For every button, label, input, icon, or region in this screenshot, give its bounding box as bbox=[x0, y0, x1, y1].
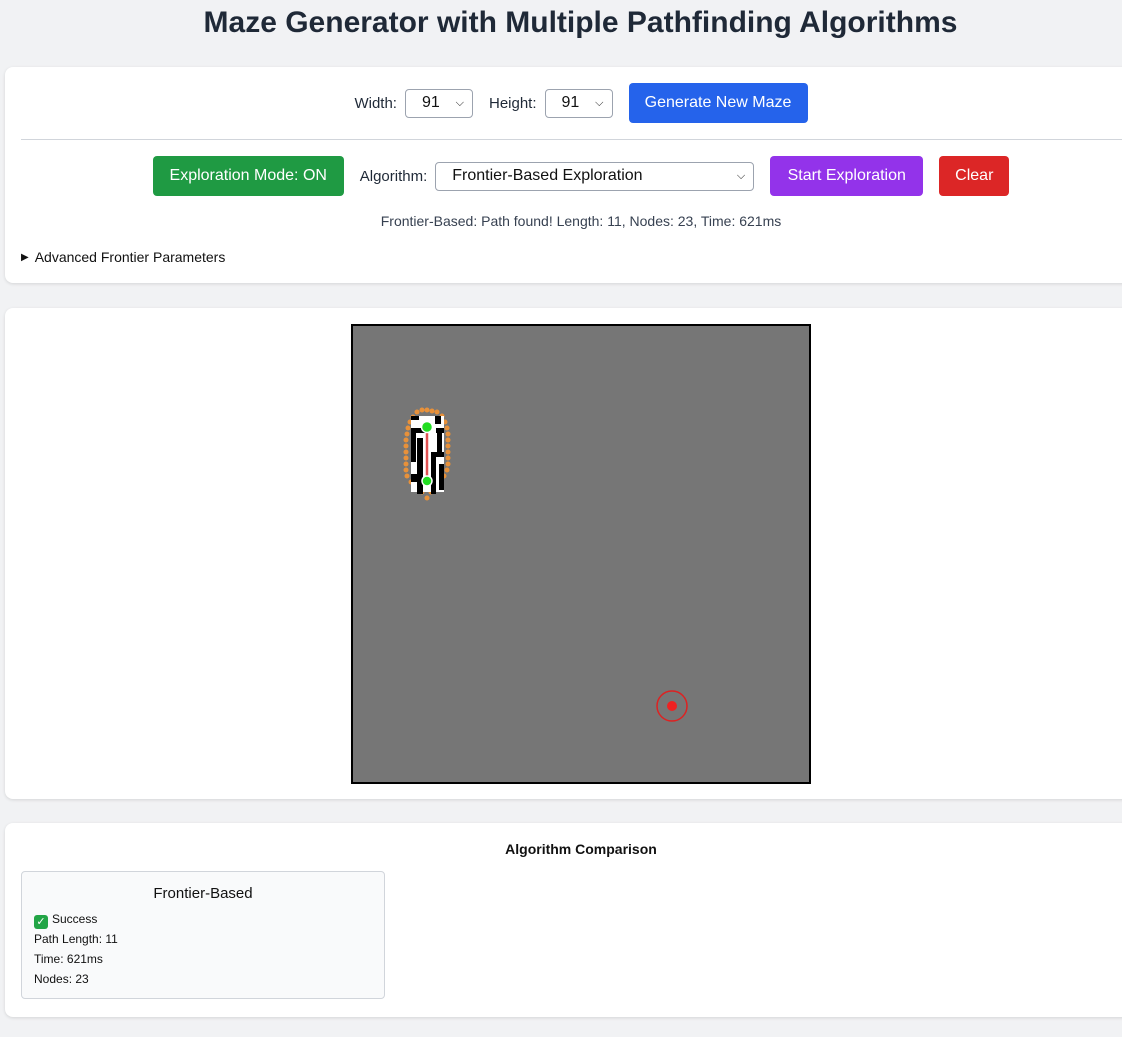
frontier-cell bbox=[429, 408, 435, 414]
width-label: Width: bbox=[354, 94, 397, 112]
frontier-cell bbox=[403, 461, 409, 467]
algorithm-label: Algorithm: bbox=[359, 167, 428, 185]
maze-wall bbox=[417, 438, 423, 494]
frontier-cell bbox=[403, 443, 409, 449]
result-status: ✓ Success bbox=[34, 912, 97, 929]
current-position-marker bbox=[421, 475, 433, 487]
frontier-cell bbox=[445, 461, 451, 467]
maze-wall bbox=[411, 416, 419, 420]
frontier-cell bbox=[405, 425, 411, 431]
frontier-cell bbox=[404, 431, 410, 437]
size-controls-row: Width: 91 ⌵ Height: 91 ⌵ Generate New Ma… bbox=[5, 83, 1122, 123]
maze-wall bbox=[411, 474, 417, 482]
page-title: Maze Generator with Multiple Pathfinding… bbox=[203, 6, 958, 39]
start-marker bbox=[420, 420, 434, 434]
result-time: Time: 621ms bbox=[34, 952, 103, 966]
frontier-cell bbox=[404, 473, 410, 479]
check-mark-icon: ✓ bbox=[34, 915, 48, 929]
frontier-cell bbox=[403, 467, 409, 473]
frontier-cell bbox=[403, 449, 409, 455]
frontier-cell bbox=[434, 409, 440, 415]
maze-wall bbox=[411, 428, 416, 462]
frontier-cell bbox=[445, 449, 451, 455]
controls-panel: Width: 91 ⌵ Height: 91 ⌵ Generate New Ma… bbox=[5, 67, 1122, 283]
frontier-cell bbox=[444, 467, 450, 473]
start-exploration-button[interactable]: Start Exploration bbox=[770, 156, 924, 196]
result-path-length: Path Length: 11 bbox=[34, 932, 118, 946]
chevron-down-icon: ⌵ bbox=[455, 96, 464, 109]
advanced-parameters-toggle[interactable]: ▶ Advanced Frontier Parameters bbox=[21, 249, 225, 265]
height-select[interactable]: 91 ⌵ bbox=[544, 88, 613, 118]
algorithm-select-value: Frontier-Based Exploration bbox=[452, 167, 643, 184]
height-label: Height: bbox=[488, 94, 537, 112]
result-nodes: Nodes: 23 bbox=[34, 972, 89, 986]
comparison-title: Algorithm Comparison bbox=[505, 841, 657, 857]
frontier-cell bbox=[414, 409, 420, 415]
maze-wall bbox=[431, 452, 436, 494]
frontier-cell bbox=[445, 455, 451, 461]
clear-button[interactable]: Clear bbox=[939, 156, 1010, 196]
frontier-cell bbox=[445, 437, 451, 443]
status-message: Frontier-Based: Path found! Length: 11, … bbox=[380, 213, 782, 229]
maze-wall bbox=[439, 464, 444, 490]
generate-maze-button[interactable]: Generate New Maze bbox=[628, 83, 808, 123]
width-select-value: 91 bbox=[421, 94, 440, 111]
frontier-cell bbox=[424, 495, 430, 501]
chevron-down-icon: ⌵ bbox=[595, 96, 604, 109]
maze-wall bbox=[435, 416, 441, 424]
result-card-title: Frontier-Based bbox=[153, 885, 253, 902]
width-select[interactable]: 91 ⌵ bbox=[404, 88, 473, 118]
exploration-controls-row: Exploration Mode: ON Algorithm: Frontier… bbox=[5, 156, 1122, 196]
height-select-value: 91 bbox=[561, 94, 580, 111]
divider bbox=[21, 139, 1122, 140]
frontier-cell bbox=[424, 407, 430, 413]
maze-canvas[interactable] bbox=[351, 324, 811, 784]
frontier-cell bbox=[419, 407, 425, 413]
frontier-cell bbox=[403, 437, 409, 443]
result-status-text: Success bbox=[52, 912, 98, 926]
goal-marker bbox=[667, 701, 677, 711]
frontier-cell bbox=[444, 425, 450, 431]
unexplored-area bbox=[351, 324, 811, 784]
algorithm-select[interactable]: Frontier-Based Exploration ⌵ bbox=[435, 161, 755, 191]
frontier-cell bbox=[445, 431, 451, 437]
comparison-panel: Algorithm Comparison Frontier-Based ✓ Suc… bbox=[5, 823, 1122, 1017]
chevron-down-icon: ⌵ bbox=[736, 169, 746, 182]
frontier-cell bbox=[403, 455, 409, 461]
triangle-right-icon: ▶ bbox=[21, 251, 29, 263]
frontier-cell bbox=[445, 443, 451, 449]
result-card: Frontier-Based ✓ Success Path Length: 11 … bbox=[21, 871, 385, 999]
exploration-mode-button[interactable]: Exploration Mode: ON bbox=[152, 156, 344, 196]
advanced-parameters-label: Advanced Frontier Parameters bbox=[34, 249, 226, 265]
maze-wall bbox=[437, 428, 442, 452]
maze-panel bbox=[5, 308, 1122, 799]
